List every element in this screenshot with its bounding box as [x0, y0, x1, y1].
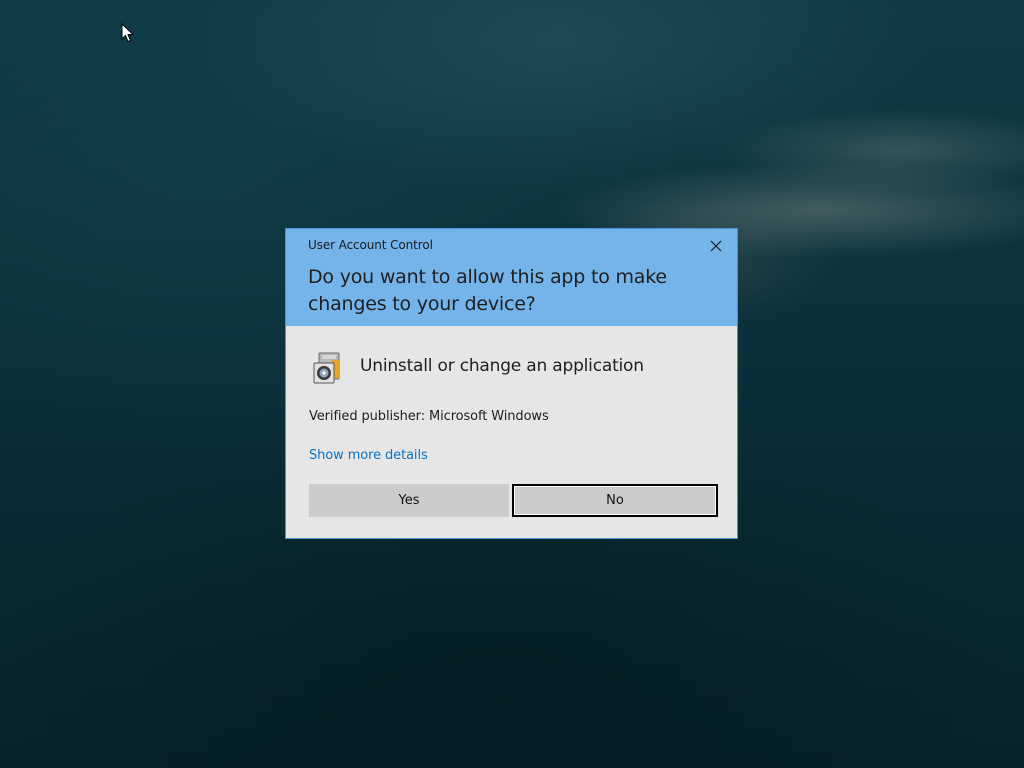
show-more-details-link[interactable]: Show more details — [309, 448, 428, 463]
window-title: User Account Control — [308, 238, 433, 252]
close-icon — [710, 240, 722, 252]
uac-dialog: User Account Control Do you want to allo… — [285, 228, 738, 539]
yes-button[interactable]: Yes — [309, 484, 509, 517]
dialog-header: User Account Control Do you want to allo… — [286, 229, 737, 326]
app-name: Uninstall or change an application — [360, 356, 644, 376]
close-button[interactable] — [701, 233, 731, 259]
uac-question: Do you want to allow this app to make ch… — [308, 266, 667, 315]
verified-publisher: Verified publisher: Microsoft Windows — [309, 409, 549, 424]
no-button[interactable]: No — [512, 484, 718, 517]
mouse-pointer-icon — [121, 23, 135, 43]
programs-icon — [313, 352, 340, 384]
